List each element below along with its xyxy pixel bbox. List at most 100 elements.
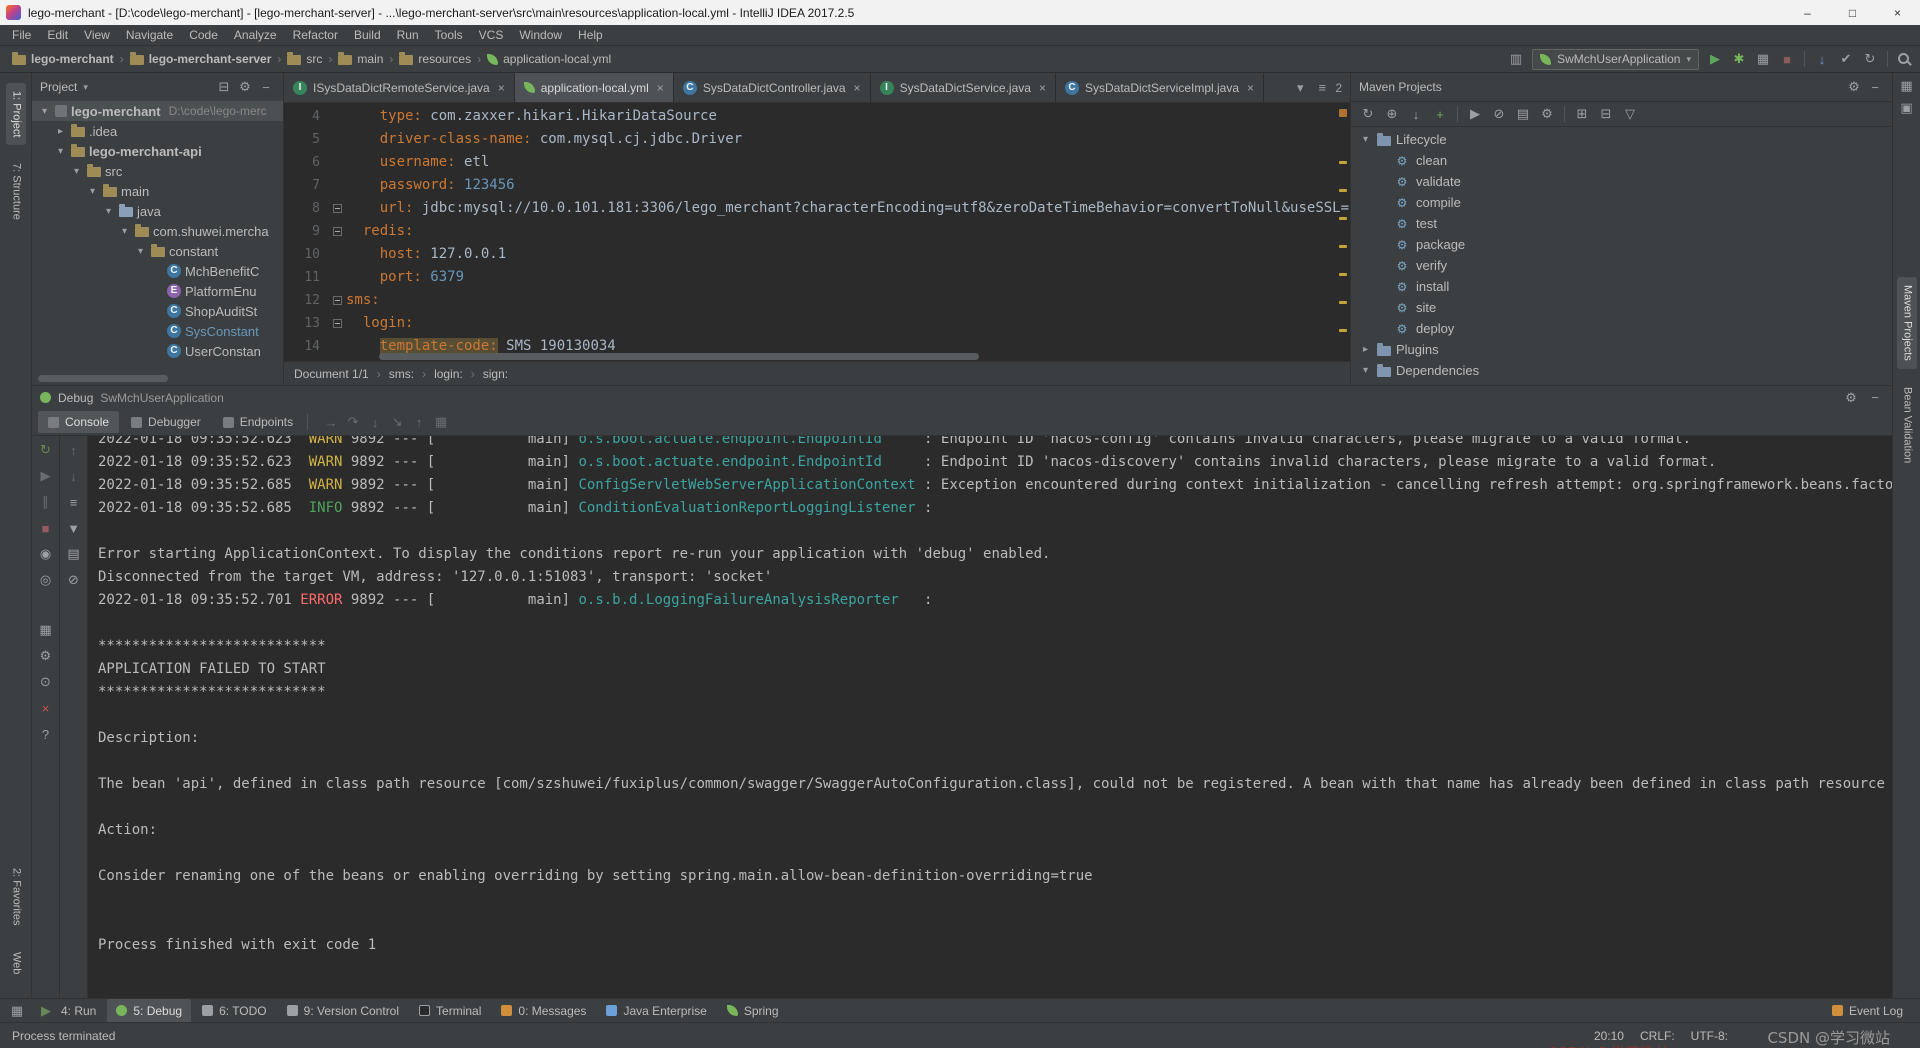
tool-stripe-1-project[interactable]: 1: Project	[5, 83, 26, 146]
project-tree-item[interactable]: E PlatformEnu	[32, 281, 283, 301]
toolwindow-tab-terminal[interactable]: Terminal	[410, 999, 490, 1023]
settings-gear-icon[interactable]: ⚙	[1845, 78, 1863, 96]
project-tree-item[interactable]: ▾ lego-merchant D:\code\lego-merc	[32, 101, 283, 121]
project-tree-item[interactable]: ▾ main	[32, 181, 283, 201]
tree-expanded-icon[interactable]: ▾	[54, 146, 67, 157]
menu-view[interactable]: View	[76, 26, 118, 44]
project-tree-item[interactable]: C ShopAuditSt	[32, 301, 283, 321]
maven-tree-item[interactable]: ⚙ deploy	[1351, 318, 1892, 339]
stripe-icon[interactable]: ▦	[1898, 77, 1916, 95]
hide-panel-icon[interactable]: −	[1866, 78, 1884, 96]
debug-icon[interactable]: ✱	[1730, 50, 1748, 68]
filter-icon[interactable]: ▽	[1621, 105, 1639, 123]
project-tree-item[interactable]: C SysConstant	[32, 321, 283, 341]
debug-tab-debugger[interactable]: Debugger	[121, 411, 211, 433]
menu-build[interactable]: Build	[346, 26, 389, 44]
menu-navigate[interactable]: Navigate	[118, 26, 181, 44]
maven-tree-item[interactable]: ▸ Plugins	[1351, 339, 1892, 360]
maven-tree-item[interactable]: ⚙ test	[1351, 213, 1892, 234]
menu-help[interactable]: Help	[570, 26, 611, 44]
settings-gear-icon[interactable]: ⚙	[236, 78, 254, 96]
collapse-all-icon[interactable]: ⊟	[1597, 105, 1615, 123]
fold-minus-icon[interactable]	[333, 319, 342, 328]
maven-tree-item[interactable]: ▾ Lifecycle	[1351, 129, 1892, 150]
menu-tools[interactable]: Tools	[427, 26, 471, 44]
toolwindow-tab-4-run[interactable]: ▶ 4: Run	[28, 999, 105, 1023]
maven-settings-icon[interactable]: ⚙	[1538, 105, 1556, 123]
editor-tab-isysdatadictremoteservice-java[interactable]: I ISysDataDictRemoteService.java ×	[284, 73, 515, 102]
fold-minus-icon[interactable]	[333, 296, 342, 305]
minimize-button[interactable]: –	[1785, 0, 1830, 25]
evaluate-expression-icon[interactable]: ▦	[432, 413, 450, 431]
tool-window-switcher-icon[interactable]: ▦	[8, 1002, 26, 1020]
close-icon[interactable]: ×	[37, 699, 55, 717]
run-configuration-select[interactable]: SwMchUserApplication ▾	[1532, 48, 1699, 70]
hide-panel-icon[interactable]: −	[1866, 389, 1884, 407]
toolbar-toggle-icon[interactable]: ▥	[1507, 50, 1525, 68]
tool-stripe-maven-projects[interactable]: Maven Projects	[1896, 277, 1917, 369]
skip-tests-icon[interactable]: ▤	[1514, 105, 1532, 123]
breadcrumb-item[interactable]: src	[283, 50, 326, 68]
maven-tree-item[interactable]: ⚙ compile	[1351, 192, 1892, 213]
tool-stripe-bean-validation[interactable]: Bean Validation	[1897, 379, 1917, 471]
maven-tree-item[interactable]: ⚙ site	[1351, 297, 1892, 318]
menu-run[interactable]: Run	[389, 26, 427, 44]
editor-breadcrumb-item[interactable]: sign:	[483, 367, 508, 381]
editor-tab-sysdatadictservice-java[interactable]: I SysDataDictService.java ×	[871, 73, 1056, 102]
clear-all-icon[interactable]: ⊘	[65, 571, 83, 589]
maven-tree-item[interactable]: ⚙ verify	[1351, 255, 1892, 276]
tree-expanded-icon[interactable]: ▾	[1359, 365, 1372, 376]
toolwindow-tab-java-enterprise[interactable]: Java Enterprise	[597, 999, 715, 1023]
stop-icon[interactable]: ■	[1778, 50, 1796, 68]
tree-expanded-icon[interactable]: ▾	[118, 226, 131, 237]
step-into-icon[interactable]: ↓	[366, 413, 384, 431]
coverage-icon[interactable]: ▦	[1754, 50, 1772, 68]
generate-sources-icon[interactable]: ⊕	[1383, 105, 1401, 123]
project-tree-item[interactable]: ▾ com.shuwei.mercha	[32, 221, 283, 241]
show-execution-point-icon[interactable]: →	[322, 413, 340, 431]
project-tree-item[interactable]: ▾ java	[32, 201, 283, 221]
toolwindow-tab-event-log[interactable]: Event Log	[1823, 1001, 1912, 1021]
fold-marker-icon[interactable]	[330, 289, 346, 312]
toolwindow-tab-6-todo[interactable]: 6: TODO	[193, 999, 276, 1023]
project-tree-item[interactable]: C MchBenefitC	[32, 261, 283, 281]
toolwindow-tab-0-messages[interactable]: 0: Messages	[492, 999, 595, 1023]
tree-collapsed-icon[interactable]: ▸	[1359, 344, 1372, 355]
resume-icon[interactable]: ▶	[37, 467, 55, 485]
fold-minus-icon[interactable]	[333, 227, 342, 236]
menu-vcs[interactable]: VCS	[471, 26, 512, 44]
toolwindow-tab-9-version-control[interactable]: 9: Version Control	[278, 999, 408, 1023]
line-separator[interactable]: CRLF:	[1640, 1029, 1675, 1043]
console-output[interactable]: 2022-01-18 09:35:52.623 WARN 9892 --- [ …	[88, 436, 1892, 998]
editor-tab-sysdatadictcontroller-java[interactable]: C SysDataDictController.java ×	[674, 73, 871, 102]
toggle-offline-icon[interactable]: ⊘	[1490, 105, 1508, 123]
editor-breadcrumb-item[interactable]: login:	[434, 367, 463, 381]
project-tree-item[interactable]: ▾ lego-merchant-api	[32, 141, 283, 161]
vcs-commit-icon[interactable]: ✔	[1837, 50, 1855, 68]
pause-icon[interactable]: ∥	[37, 493, 55, 511]
maven-tree-item[interactable]: ⚙ validate	[1351, 171, 1892, 192]
tab-close-icon[interactable]: ×	[1039, 81, 1046, 95]
hide-panel-icon[interactable]: −	[257, 78, 275, 96]
menu-file[interactable]: File	[4, 26, 39, 44]
editor-error-stripe[interactable]	[1336, 103, 1350, 361]
down-stack-trace-icon[interactable]: ↓	[65, 467, 83, 485]
expand-all-icon[interactable]: ⊞	[1573, 105, 1591, 123]
debug-tab-endpoints[interactable]: Endpoints	[213, 411, 303, 433]
settings-gear-icon[interactable]: ⚙	[37, 647, 55, 665]
run-goal-icon[interactable]: ▶	[1466, 105, 1484, 123]
tree-expanded-icon[interactable]: ▾	[134, 246, 147, 257]
file-encoding[interactable]: UTF-8:	[1691, 1029, 1728, 1043]
chevron-down-icon[interactable]: ▾	[83, 82, 88, 93]
tab-close-icon[interactable]: ×	[657, 81, 664, 95]
vcs-revert-icon[interactable]: ↻	[1861, 50, 1879, 68]
caret-position[interactable]: 20:10	[1594, 1029, 1624, 1043]
scroll-to-end-icon[interactable]: ▼	[65, 519, 83, 537]
tool-stripe-2-favorites[interactable]: 2: Favorites	[6, 860, 26, 933]
tree-expanded-icon[interactable]: ▾	[70, 166, 83, 177]
toolwindow-tab-spring[interactable]: Spring	[718, 999, 788, 1023]
menu-analyze[interactable]: Analyze	[226, 26, 285, 44]
tab-close-icon[interactable]: ×	[498, 81, 505, 95]
help-icon[interactable]: ?	[37, 725, 55, 743]
editor-breadcrumb-item[interactable]: sms:	[389, 367, 414, 381]
